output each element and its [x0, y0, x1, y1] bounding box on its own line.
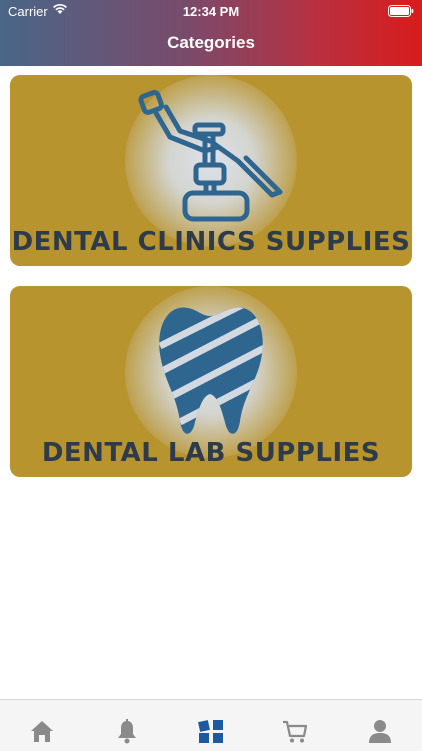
app-header: Carrier 12:34 PM Categories [0, 0, 422, 66]
tab-notifications[interactable] [113, 717, 141, 745]
categories-grid-icon [198, 720, 223, 743]
tab-categories[interactable] [197, 717, 225, 745]
page-title: Categories [167, 33, 255, 52]
tab-bar [0, 699, 422, 751]
category-card-dental-lab[interactable]: DENTAL LAB SUPPLIES [10, 286, 412, 477]
tab-profile[interactable] [366, 717, 394, 745]
home-icon [31, 721, 53, 742]
category-label: DENTAL CLINICS SUPPLIES [11, 227, 411, 257]
tab-cart[interactable] [281, 717, 309, 745]
bell-icon [118, 719, 136, 744]
tab-home[interactable] [28, 717, 56, 745]
cart-icon [283, 720, 308, 743]
status-time: 12:34 PM [182, 4, 240, 19]
category-label: DENTAL LAB SUPPLIES [41, 438, 381, 468]
category-card-dental-clinics[interactable]: DENTAL CLINICS SUPPLIES [10, 75, 412, 266]
profile-icon [369, 720, 391, 743]
battery-icon [388, 5, 414, 20]
status-bar: Carrier 12:34 PM [0, 0, 422, 22]
